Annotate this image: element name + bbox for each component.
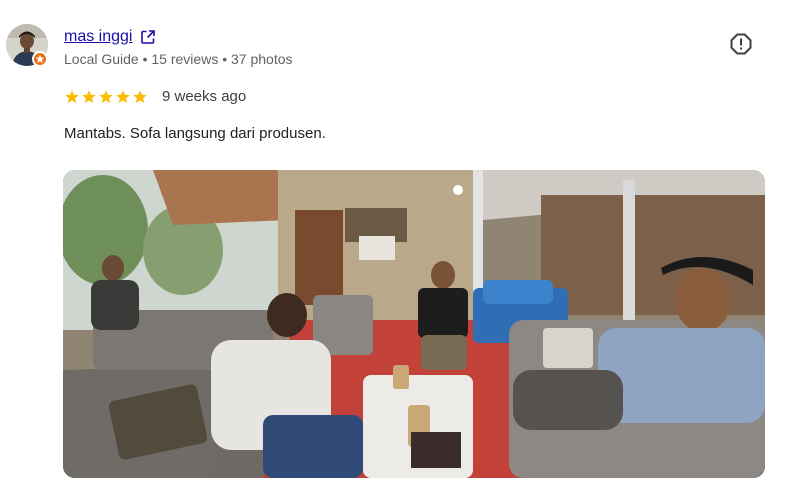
star-icon	[64, 89, 80, 105]
author-meta: Local Guide • 15 reviews • 37 photos	[64, 51, 293, 67]
review-card: mas inggi Local Guide • 15 reviews • 37 …	[0, 0, 793, 490]
sofa-showroom-photo	[63, 170, 765, 478]
rating-row: 9 weeks ago	[64, 88, 246, 106]
star-rating	[64, 89, 148, 105]
star-icon	[81, 89, 97, 105]
star-icon	[132, 89, 148, 105]
star-icon	[115, 89, 131, 105]
review-photo[interactable]	[63, 170, 765, 478]
local-guide-badge-icon	[32, 51, 48, 67]
report-button[interactable]	[729, 32, 753, 56]
review-text: Mantabs. Sofa langsung dari produsen.	[64, 125, 326, 142]
author-row: mas inggi	[64, 27, 156, 47]
review-time: 9 weeks ago	[162, 88, 247, 105]
star-icon	[98, 89, 114, 105]
report-icon	[730, 33, 752, 55]
external-link-icon[interactable]	[140, 29, 156, 45]
author-name-link[interactable]: mas inggi	[64, 27, 132, 47]
